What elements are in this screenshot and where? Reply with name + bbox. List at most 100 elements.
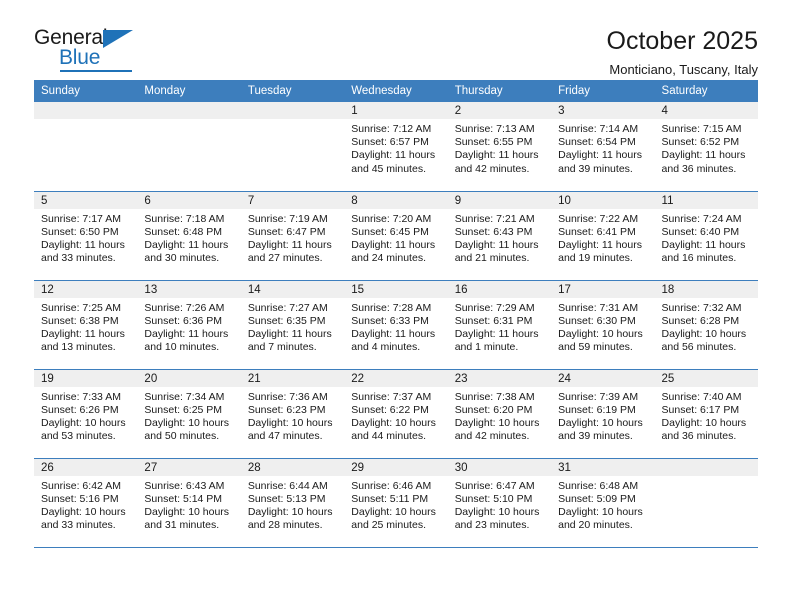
calendar-day-cell[interactable]: 16 Sunrise: 7:29 AM Sunset: 6:31 PM Dayligh… [447,280,552,370]
sunrise-text: Sunrise: 6:48 AM [558,479,639,492]
calendar-day-cell[interactable]: 21 Sunrise: 7:36 AM Sunset: 6:23 PM Dayligh… [240,369,345,459]
calendar-day-cell[interactable]: 23 Sunrise: 7:38 AM Sunset: 6:20 PM Dayligh… [447,369,552,459]
page-header: General Blue October 2025 Monticiano, Tu… [34,0,759,77]
day-details: Sunrise: 7:13 AM Sunset: 6:55 PM Daylight:… [448,119,551,176]
calendar-day-cell[interactable]: 7 Sunrise: 7:19 AM Sunset: 6:47 PM Daylight… [240,191,345,281]
day-number: 27 [137,458,241,476]
generalblue-logo: General Blue [34,26,154,74]
day-number: 6 [137,191,241,209]
weekday-header-friday: Friday [551,80,655,102]
sunrise-text: Sunrise: 7:17 AM [41,212,121,225]
calendar-day-cell[interactable]: 31 Sunrise: 6:48 AM Sunset: 5:09 PM Dayligh… [551,458,655,548]
calendar-body: 1 Sunrise: 7:12 AM Sunset: 6:57 PM Daylight… [34,102,758,548]
sunrise-text: Sunrise: 6:43 AM [144,479,225,492]
sunrise-text: Sunrise: 7:38 AM [454,390,535,403]
day-number: 19 [34,369,138,387]
weekday-header-wednesday: Wednesday [344,80,448,102]
sunset-text: Sunset: 6:52 PM [661,136,740,149]
daylight-text: Daylight: 11 hours and 1 minute. [454,327,539,354]
weekday-header-tuesday: Tuesday [240,80,345,102]
sunrise-text: Sunrise: 7:40 AM [661,390,742,403]
sunrise-text: Sunrise: 7:39 AM [558,390,639,403]
calendar-cell-empty [240,102,345,192]
sunrise-text: Sunrise: 7:27 AM [247,301,328,314]
calendar-page: General Blue October 2025 Monticiano, Tu… [0,0,792,612]
daylight-text: Daylight: 10 hours and 44 minutes. [351,416,436,443]
calendar-day-cell[interactable]: 24 Sunrise: 7:39 AM Sunset: 6:19 PM Dayligh… [551,369,655,459]
daylight-text: Daylight: 11 hours and 13 minutes. [41,327,125,354]
calendar-day-cell[interactable]: 18 Sunrise: 7:32 AM Sunset: 6:28 PM Dayligh… [654,280,758,370]
sunset-text: Sunset: 5:10 PM [454,492,533,505]
sunset-text: Sunset: 6:50 PM [41,225,119,238]
day-number: 11 [654,191,758,209]
calendar-day-cell[interactable]: 1 Sunrise: 7:12 AM Sunset: 6:57 PM Daylight… [344,102,448,192]
calendar-day-cell[interactable]: 4 Sunrise: 7:15 AM Sunset: 6:52 PM Daylight… [654,102,758,192]
day-details: Sunrise: 6:42 AM Sunset: 5:16 PM Daylight:… [34,476,137,533]
calendar-day-cell[interactable]: 22 Sunrise: 7:37 AM Sunset: 6:22 PM Dayligh… [344,369,448,459]
day-details: Sunrise: 7:18 AM Sunset: 6:48 PM Daylight:… [137,209,240,266]
calendar-day-cell[interactable]: 27 Sunrise: 6:43 AM Sunset: 5:14 PM Dayligh… [137,458,241,548]
calendar-day-cell[interactable]: 26 Sunrise: 6:42 AM Sunset: 5:16 PM Dayligh… [34,458,138,548]
calendar-day-cell[interactable]: 30 Sunrise: 6:47 AM Sunset: 5:10 PM Dayligh… [447,458,552,548]
calendar-day-cell[interactable]: 19 Sunrise: 7:33 AM Sunset: 6:26 PM Dayligh… [34,369,138,459]
sunrise-text: Sunrise: 7:14 AM [558,123,639,135]
day-number: 5 [34,191,138,209]
daylight-text: Daylight: 10 hours and 42 minutes. [454,416,540,443]
sunset-text: Sunset: 6:35 PM [247,314,326,327]
calendar-day-cell[interactable]: 15 Sunrise: 7:28 AM Sunset: 6:33 PM Dayligh… [344,280,448,370]
calendar-day-cell[interactable]: 2 Sunrise: 7:13 AM Sunset: 6:55 PM Daylight… [447,102,552,192]
daylight-text: Daylight: 10 hours and 33 minutes. [41,505,126,532]
day-number: 22 [344,369,448,387]
calendar-day-cell[interactable]: 6 Sunrise: 7:18 AM Sunset: 6:48 PM Daylight… [137,191,241,281]
day-number: 15 [344,280,448,298]
daylight-text: Daylight: 11 hours and 16 minutes. [661,238,746,265]
day-details: Sunrise: 7:25 AM Sunset: 6:38 PM Daylight:… [34,298,137,355]
day-details: Sunrise: 7:15 AM Sunset: 6:52 PM Daylight:… [655,119,758,176]
day-number [34,102,138,119]
sunset-text: Sunset: 6:40 PM [661,225,740,238]
daylight-text: Daylight: 10 hours and 28 minutes. [247,505,333,532]
daylight-text: Daylight: 11 hours and 45 minutes. [351,149,436,175]
calendar-day-cell[interactable]: 12 Sunrise: 7:25 AM Sunset: 6:38 PM Dayligh… [34,280,138,370]
calendar-day-cell[interactable]: 13 Sunrise: 7:26 AM Sunset: 6:36 PM Dayligh… [137,280,241,370]
day-details: Sunrise: 7:24 AM Sunset: 6:40 PM Daylight:… [655,209,758,266]
calendar-day-cell[interactable]: 17 Sunrise: 7:31 AM Sunset: 6:30 PM Dayligh… [551,280,655,370]
day-details: Sunrise: 7:34 AM Sunset: 6:25 PM Daylight:… [137,387,240,444]
sunrise-text: Sunrise: 7:32 AM [661,301,742,314]
day-number: 20 [137,369,241,387]
calendar-day-cell[interactable]: 25 Sunrise: 7:40 AM Sunset: 6:17 PM Dayligh… [654,369,758,459]
sunrise-text: Sunrise: 7:25 AM [41,301,121,314]
sunset-text: Sunset: 6:23 PM [247,403,326,416]
sunset-text: Sunset: 6:55 PM [454,136,533,149]
daylight-text: Daylight: 11 hours and 42 minutes. [454,149,539,175]
day-number: 29 [344,458,448,476]
calendar-day-cell[interactable]: 20 Sunrise: 7:34 AM Sunset: 6:25 PM Dayligh… [137,369,241,459]
daylight-text: Daylight: 10 hours and 50 minutes. [144,416,230,443]
sunset-text: Sunset: 6:28 PM [661,314,740,327]
sunrise-text: Sunrise: 7:26 AM [144,301,225,314]
day-number: 18 [654,280,758,298]
day-number [654,458,758,476]
calendar-day-cell[interactable]: 14 Sunrise: 7:27 AM Sunset: 6:35 PM Dayligh… [240,280,345,370]
calendar-day-cell[interactable]: 28 Sunrise: 6:44 AM Sunset: 5:13 PM Dayligh… [240,458,345,548]
day-number: 14 [240,280,345,298]
sunset-text: Sunset: 6:19 PM [558,403,636,416]
sunset-text: Sunset: 6:36 PM [144,314,223,327]
sunrise-text: Sunrise: 7:28 AM [351,301,432,314]
daylight-text: Daylight: 10 hours and 25 minutes. [351,505,436,532]
calendar-day-cell[interactable]: 11 Sunrise: 7:24 AM Sunset: 6:40 PM Dayligh… [654,191,758,281]
page-title: October 2025 [606,27,759,55]
day-number: 9 [447,191,552,209]
calendar-day-cell[interactable]: 29 Sunrise: 6:46 AM Sunset: 5:11 PM Dayligh… [344,458,448,548]
daylight-text: Daylight: 10 hours and 47 minutes. [247,416,333,443]
day-details: Sunrise: 7:26 AM Sunset: 6:36 PM Daylight:… [137,298,240,355]
calendar-day-cell[interactable]: 5 Sunrise: 7:17 AM Sunset: 6:50 PM Daylight… [34,191,138,281]
day-details: Sunrise: 7:19 AM Sunset: 6:47 PM Daylight:… [241,209,344,266]
sunrise-text: Sunrise: 7:18 AM [144,212,225,225]
calendar-day-cell[interactable]: 10 Sunrise: 7:22 AM Sunset: 6:41 PM Dayligh… [551,191,655,281]
calendar-day-cell[interactable]: 8 Sunrise: 7:20 AM Sunset: 6:45 PM Daylight… [344,191,448,281]
day-details: Sunrise: 7:33 AM Sunset: 6:26 PM Daylight:… [34,387,137,444]
day-number: 4 [654,102,758,119]
calendar-day-cell[interactable]: 9 Sunrise: 7:21 AM Sunset: 6:43 PM Daylight… [447,191,552,281]
calendar-day-cell[interactable]: 3 Sunrise: 7:14 AM Sunset: 6:54 PM Daylight… [551,102,655,192]
